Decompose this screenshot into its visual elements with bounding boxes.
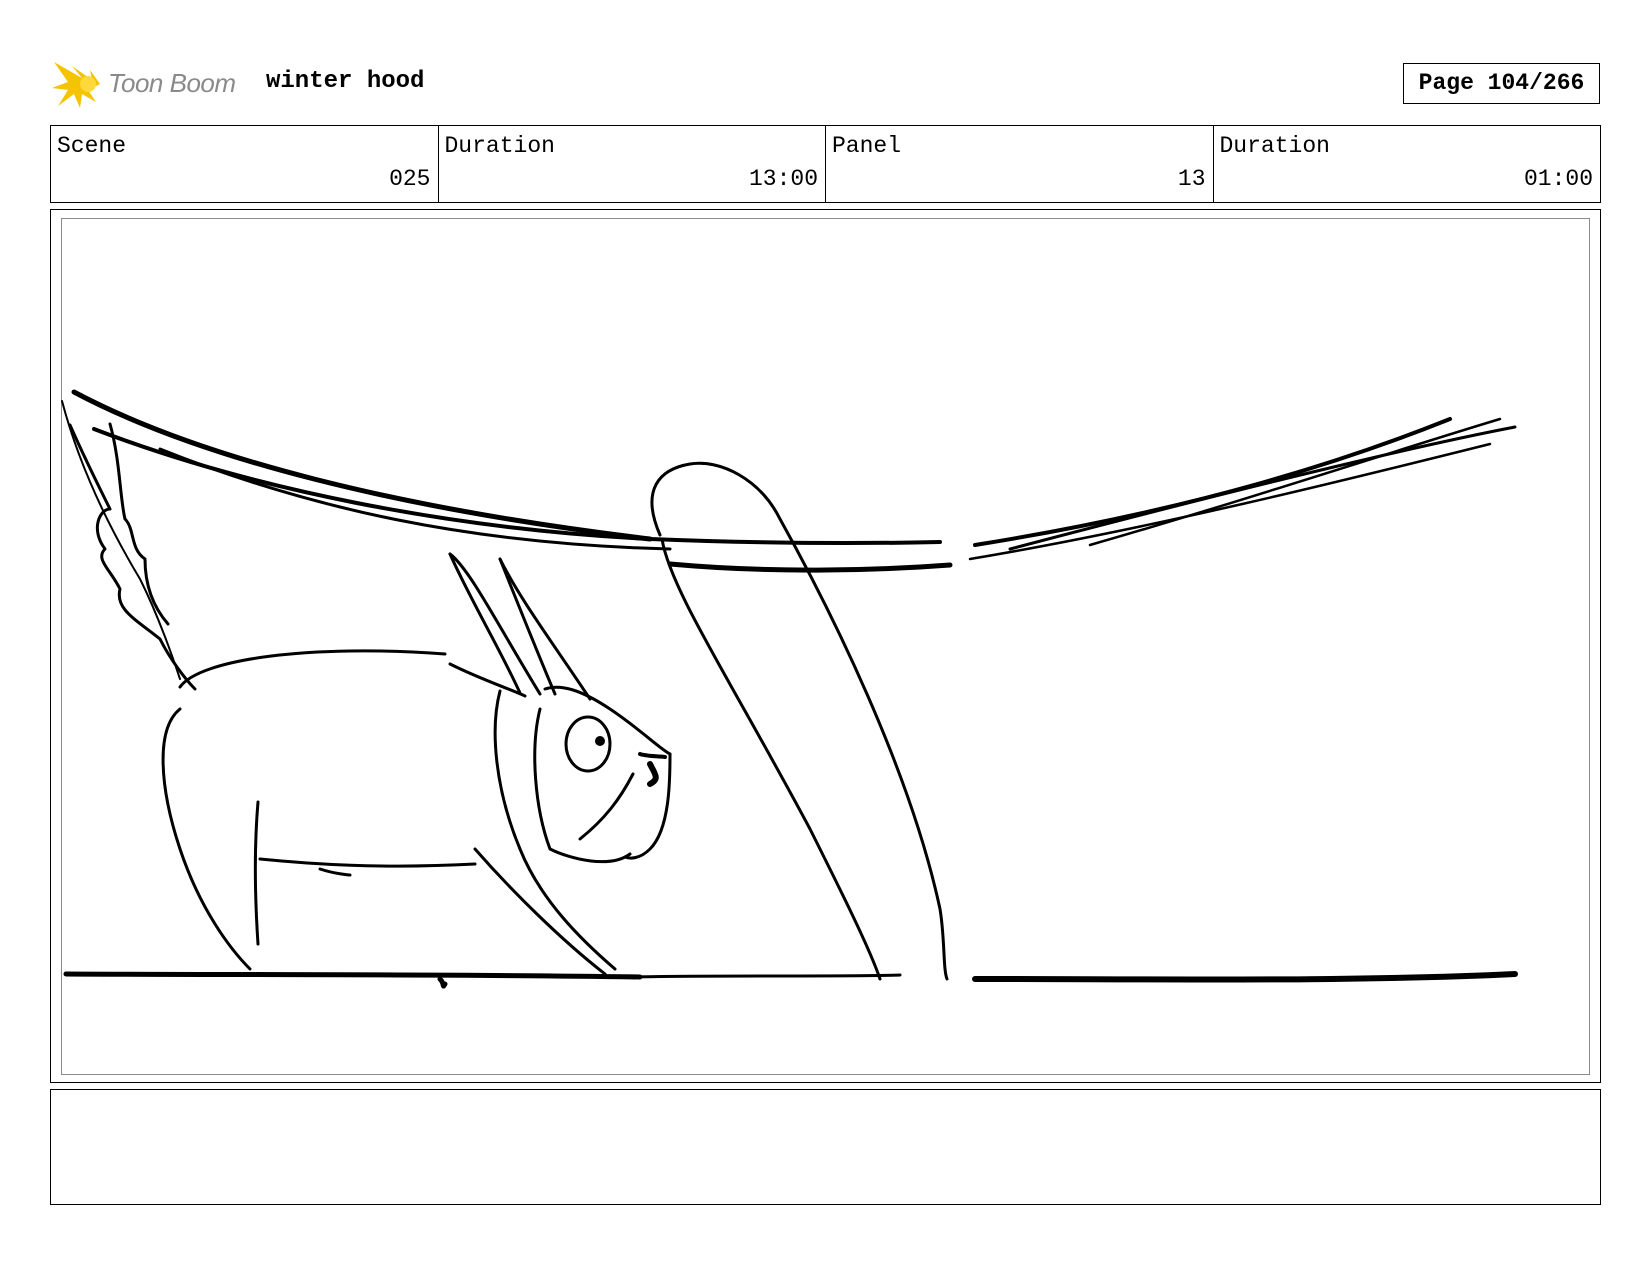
scene-duration-value: 13:00 xyxy=(748,166,818,192)
page-indicator: Page 104/266 xyxy=(1403,63,1600,104)
panel-duration-value: 01:00 xyxy=(1523,166,1593,192)
starburst-icon xyxy=(52,62,100,108)
toon-boom-logo: Toon Boom xyxy=(52,58,252,112)
panel-notes-box[interactable] xyxy=(50,1089,1601,1205)
panel-cell: Panel 13 xyxy=(826,126,1214,202)
scene-value: 025 xyxy=(389,166,431,192)
storyboard-sketch-squirrel-icon xyxy=(61,389,1518,989)
scene-label: Scene xyxy=(57,133,127,159)
logo-text: Toon Boom xyxy=(108,68,236,98)
scene-info-table: Scene 025 Duration 13:00 Panel 13 Durati… xyxy=(50,125,1601,203)
scene-duration-label: Duration xyxy=(444,133,555,159)
panel-label: Panel xyxy=(832,133,902,159)
scene-duration-cell: Duration 13:00 xyxy=(439,126,826,202)
panel-duration-cell: Duration 01:00 xyxy=(1214,126,1601,202)
panel-value: 13 xyxy=(1177,166,1206,192)
panel-duration-label: Duration xyxy=(1219,133,1330,159)
scene-cell: Scene 025 xyxy=(51,126,439,202)
project-title: winter hood xyxy=(266,68,425,95)
